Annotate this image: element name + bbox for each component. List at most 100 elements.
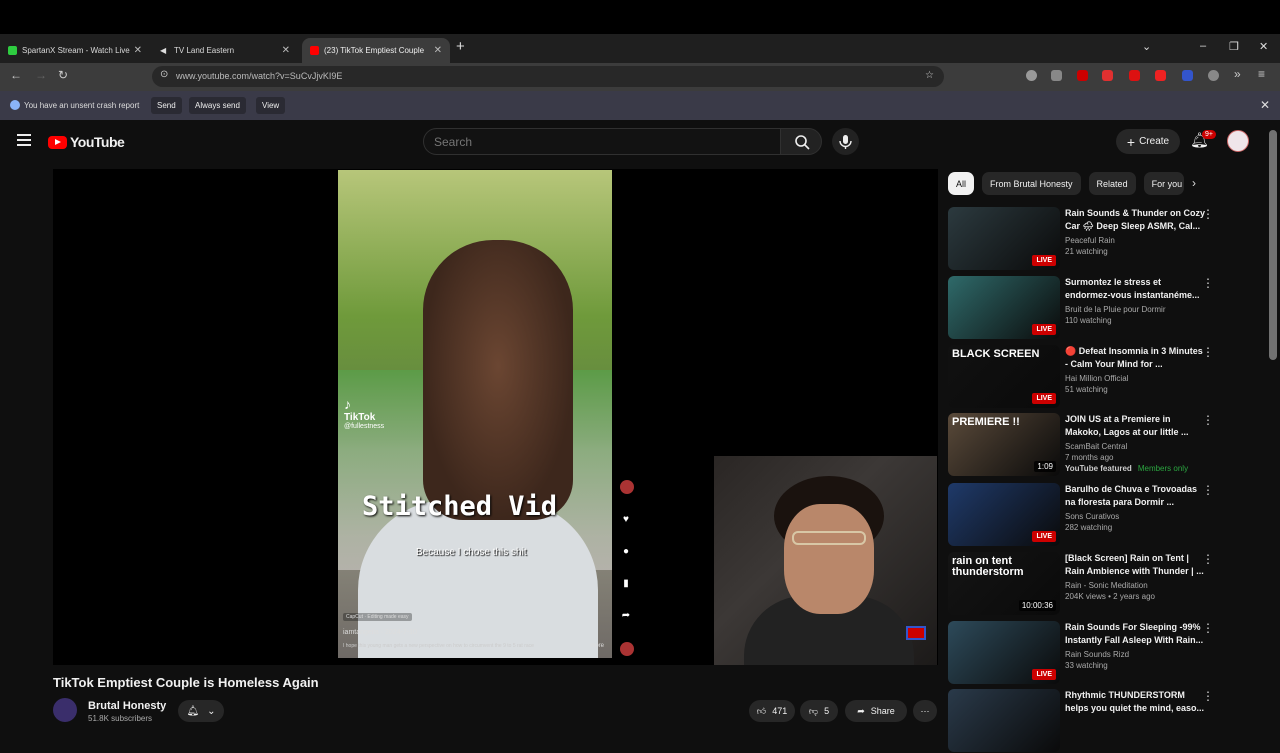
recommendation-item[interactable]: Rhythmic THUNDERSTORM helps you quiet th… [948,689,1220,753]
menu-icon[interactable]: ≡ [1258,67,1265,81]
extension-icon[interactable] [1129,70,1140,81]
recommendation-title[interactable]: Surmontez le stress et endormez-vous ins… [1065,276,1205,302]
recommendation-item[interactable]: LIVE Barulho de Chuva e Trovoadas na flor… [948,483,1220,547]
video-thumbnail[interactable]: BLACK SCREEN LIVE [948,345,1060,408]
more-options-icon[interactable]: ⋮ [1202,483,1214,497]
recommendation-title[interactable]: Rain Sounds For Sleeping -99% Instantly … [1065,621,1205,647]
account-avatar[interactable] [1227,130,1249,152]
video-thumbnail[interactable]: LIVE [948,207,1060,270]
tab-tvland[interactable]: ◀ TV Land Eastern ✕ [152,38,298,63]
recommendation-item[interactable]: BLACK SCREEN LIVE 🔴 Defeat Insomnia in 3 M… [948,345,1220,409]
always-send-button[interactable]: Always send [189,97,246,114]
recommendation-channel[interactable]: Rain Sounds Rizd [1065,650,1205,659]
share-button[interactable]: ➦ Share [845,700,907,722]
recommendation-title[interactable]: JOIN US at a Premiere in Makoko, Lagos a… [1065,413,1205,439]
account-icon[interactable] [1026,70,1037,81]
subscription-bell-button[interactable]: 🔔︎ ⌄ [178,700,224,722]
more-extensions-icon[interactable]: » [1234,67,1241,81]
page-scrollbar[interactable] [1269,130,1277,360]
recommendation-title[interactable]: 🔴 Defeat Insomnia in 3 Minutes - Calm Yo… [1065,345,1205,371]
recommendation-title[interactable]: [Black Screen] Rain on Tent | Rain Ambie… [1065,552,1205,578]
channel-name[interactable]: Brutal Honesty [88,700,166,712]
minimize-icon[interactable]: – [1200,40,1206,52]
site-info-icon[interactable]: ⊙ [160,69,168,80]
more-options-icon[interactable]: ⋮ [1202,689,1214,703]
recommendation-channel[interactable]: Sons Curativos [1065,512,1205,521]
recommendation-channel[interactable]: Rain - Sonic Meditation [1065,581,1205,590]
recommendation-channel[interactable]: Bruit de la Pluie pour Dormir [1065,305,1205,314]
more-options-icon[interactable]: ⋮ [1202,345,1214,359]
close-tab-icon[interactable]: ✕ [434,45,442,56]
chip-all[interactable]: All [948,172,975,195]
chip-from-channel[interactable]: From Brutal Honesty [982,172,1081,195]
video-thumbnail[interactable]: LIVE [948,483,1060,546]
close-tab-icon[interactable]: ✕ [282,45,290,56]
extension-icon[interactable] [1182,70,1193,81]
new-tab-plus-icon[interactable]: + [456,38,465,55]
recommendation-channel[interactable]: Peaceful Rain [1065,236,1205,245]
extension-red-icon[interactable] [1077,70,1088,81]
recommendation-item[interactable]: LIVE Surmontez le stress et endormez-vous… [948,276,1220,340]
recommendation-title[interactable]: Rain Sounds & Thunder on Cozy Car 🌧 Deep… [1065,207,1205,233]
search-box[interactable] [423,128,781,155]
video-thumbnail[interactable] [948,689,1060,752]
tab-spartanx[interactable]: SpartanX Stream - Watch Live o ✕ [0,38,150,63]
more-options-icon[interactable]: ⋮ [1202,276,1214,290]
dislike-button[interactable]: 👎︎ 5 [800,700,838,722]
chips-next-arrow-icon[interactable]: › [1192,176,1196,190]
view-button[interactable]: View [256,97,286,114]
extension-icon[interactable] [1208,70,1219,81]
chip-for-you[interactable]: For you [1143,172,1184,195]
more-options-icon[interactable]: ⋮ [1202,207,1214,221]
close-infobar-icon[interactable]: ✕ [1260,98,1270,112]
recommendation-meta: 7 months ago [1065,453,1114,462]
recommendation-title[interactable]: Barulho de Chuva e Trovoadas na floresta… [1065,483,1205,509]
bookmark-star-icon[interactable]: ☆ [925,70,934,81]
extension-icon[interactable] [1102,70,1113,81]
send-button[interactable]: Send [151,97,182,114]
recommendation-item[interactable]: LIVE Rain Sounds & Thunder on Cozy Car 🌧 … [948,207,1220,271]
recommendation-item[interactable]: PREMIERE !! 1:09 JOIN US at a Premiere in … [948,413,1220,477]
close-tab-icon[interactable]: ✕ [134,45,142,56]
more-options-icon[interactable]: ⋮ [1202,413,1214,427]
video-title: TikTok Emptiest Couple is Homeless Again [53,675,319,690]
tab-search-chevron-icon[interactable]: ⌄ [1142,40,1151,53]
recommendation-item[interactable]: LIVE Rain Sounds For Sleeping -99% Instan… [948,621,1220,685]
tab-strip: SpartanX Stream - Watch Live o ✕ ◀ TV La… [0,34,1280,63]
youtube-extension-icon[interactable] [1155,70,1166,81]
recommendation-channel[interactable]: ScamBait Central [1065,442,1205,451]
channel-avatar[interactable] [53,698,77,722]
url-text: www.youtube.com/watch?v=SuCvJjvKI9E [176,71,343,81]
duration-badge: 1:09 [1034,461,1056,472]
chip-related[interactable]: Related [1088,172,1136,195]
thumbs-up-icon: 👍︎ [756,705,767,716]
more-actions-icon[interactable]: ⋯ [913,700,937,722]
recommendation-item[interactable]: rain on tent thunderstorm 10:00:36 [Black … [948,552,1220,616]
more-options-icon[interactable]: ⋮ [1202,552,1214,566]
create-button[interactable]: + Create [1116,129,1180,154]
like-button[interactable]: 👍︎ 471 [749,700,795,722]
extension-icon[interactable] [1051,70,1062,81]
video-thumbnail[interactable]: LIVE [948,621,1060,684]
search-button[interactable] [780,128,822,155]
close-window-icon[interactable]: ✕ [1259,40,1268,53]
create-label: Create [1139,136,1170,147]
microphone-icon [839,135,852,149]
reload-icon[interactable]: ↻ [58,68,68,82]
search-input[interactable] [434,135,734,149]
live-badge: LIVE [1032,393,1056,404]
video-thumbnail[interactable]: rain on tent thunderstorm 10:00:36 [948,552,1060,615]
recommendation-channel[interactable]: Hai Million Official [1065,374,1205,383]
recommendation-title[interactable]: Rhythmic THUNDERSTORM helps you quiet th… [1065,689,1205,715]
video-thumbnail[interactable]: LIVE [948,276,1060,339]
youtube-logo[interactable]: YouTube [48,134,125,150]
hamburger-menu-icon[interactable] [17,134,31,149]
forward-arrow-icon[interactable]: → [35,68,47,82]
restore-icon[interactable]: ❐ [1229,40,1239,53]
back-arrow-icon[interactable]: ← [10,68,22,82]
video-thumbnail[interactable]: PREMIERE !! 1:09 [948,413,1060,476]
voice-search-button[interactable] [832,128,859,155]
tab-youtube[interactable]: (23) TikTok Emptiest Couple ✕ [302,38,450,63]
more-options-icon[interactable]: ⋮ [1202,621,1214,635]
address-bar[interactable]: ⊙ www.youtube.com/watch?v=SuCvJjvKI9E ☆ [152,66,944,87]
